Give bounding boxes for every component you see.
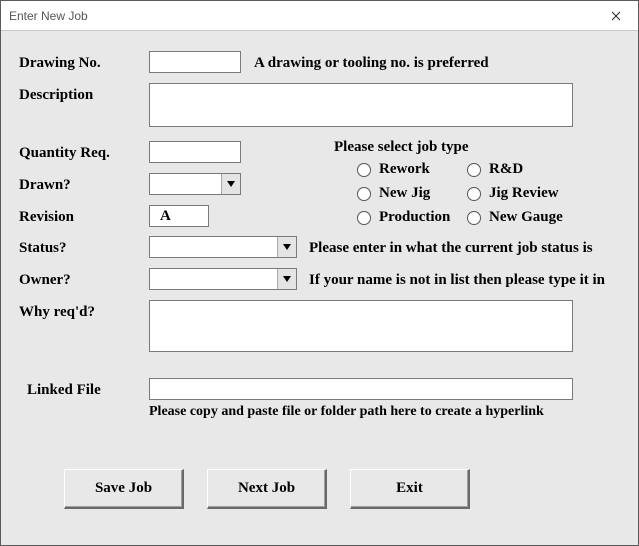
radio-rd-label: R&D (489, 161, 523, 178)
owner-select[interactable] (149, 268, 297, 290)
quantity-req-field[interactable] (149, 141, 241, 163)
radio-production-label: Production (379, 209, 450, 226)
revision-field[interactable] (149, 205, 209, 227)
radio-production[interactable]: Production (357, 209, 450, 226)
radio-icon (357, 163, 371, 177)
close-button[interactable] (593, 1, 638, 31)
hint-linked-file: Please copy and paste file or folder pat… (149, 404, 573, 421)
drawing-no-field[interactable] (149, 51, 241, 73)
owner-value (150, 269, 277, 289)
label-linked-file: Linked File (27, 382, 101, 399)
radio-rework-label: Rework (379, 161, 430, 178)
label-status: Status? (19, 240, 67, 257)
titlebar: Enter New Job (1, 1, 638, 31)
label-description: Description (19, 87, 93, 104)
radio-new-gauge[interactable]: New Gauge (467, 209, 563, 226)
status-select[interactable] (149, 236, 297, 258)
chevron-down-icon (277, 237, 296, 257)
hint-drawing-no: A drawing or tooling no. is preferred (254, 55, 489, 72)
label-why-reqd: Why req'd? (19, 304, 95, 321)
why-reqd-field[interactable] (149, 300, 573, 352)
chevron-down-icon (277, 269, 296, 289)
dialog-window: Enter New Job Drawing No. A drawing or t… (0, 0, 639, 546)
label-revision: Revision (19, 209, 74, 226)
label-drawing-no: Drawing No. (19, 55, 101, 72)
hint-status: Please enter in what the current job sta… (309, 240, 593, 257)
label-drawn: Drawn? (19, 177, 71, 194)
label-owner: Owner? (19, 272, 71, 289)
drawn-value (150, 174, 221, 194)
label-quantity-req: Quantity Req. (19, 145, 110, 162)
hint-owner: If your name is not in list then please … (309, 272, 605, 289)
radio-rd[interactable]: R&D (467, 161, 523, 178)
radio-icon (467, 163, 481, 177)
next-button[interactable]: Next Job (207, 469, 327, 509)
form-client: Drawing No. A drawing or tooling no. is … (9, 37, 632, 535)
exit-button[interactable]: Exit (350, 469, 470, 509)
save-button[interactable]: Save Job (64, 469, 184, 509)
radio-jig-review-label: Jig Review (489, 185, 559, 202)
radio-new-jig[interactable]: New Jig (357, 185, 430, 202)
radio-jig-review[interactable]: Jig Review (467, 185, 559, 202)
close-icon (611, 9, 621, 24)
radio-new-jig-label: New Jig (379, 185, 430, 202)
jobtype-header: Please select job type (334, 139, 469, 156)
drawn-select[interactable] (149, 173, 241, 195)
description-field[interactable] (149, 83, 573, 127)
radio-new-gauge-label: New Gauge (489, 209, 563, 226)
linked-file-field[interactable] (149, 378, 573, 400)
window-title: Enter New Job (9, 9, 88, 23)
radio-icon (467, 187, 481, 201)
chevron-down-icon (221, 174, 240, 194)
radio-icon (467, 211, 481, 225)
radio-icon (357, 187, 371, 201)
radio-icon (357, 211, 371, 225)
status-value (150, 237, 277, 257)
radio-rework[interactable]: Rework (357, 161, 430, 178)
